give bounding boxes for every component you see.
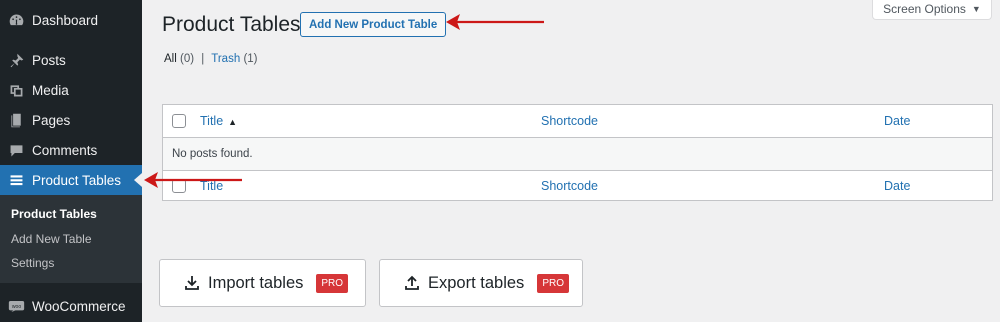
sidebar-item-label: Comments	[32, 142, 98, 158]
dashboard-icon	[0, 12, 32, 29]
pro-badge: PRO	[537, 273, 569, 293]
sidebar-item-dashboard[interactable]: Dashboard	[0, 5, 142, 35]
comment-icon	[0, 142, 32, 159]
pushpin-icon	[0, 52, 32, 69]
export-tables-label: Export tables	[428, 273, 525, 292]
table-footer-row: Title Shortcode Date	[163, 170, 992, 201]
empty-message-row: No posts found.	[163, 138, 992, 170]
status-filters: All (0) | Trash (1)	[164, 53, 258, 65]
annotation-arrow-icon	[446, 14, 544, 30]
page-title: Product Tables	[162, 13, 301, 36]
column-footer-shortcode[interactable]: Shortcode	[541, 179, 598, 193]
download-icon	[184, 275, 200, 291]
column-header-shortcode[interactable]: Shortcode	[541, 114, 598, 128]
sidebar-item-product-tables[interactable]: Product Tables	[0, 165, 142, 195]
filter-all-count: (0)	[179, 53, 195, 65]
active-indicator	[134, 173, 142, 187]
submenu-item-settings[interactable]: Settings	[11, 256, 54, 270]
submenu-item-product-tables[interactable]: Product Tables	[11, 207, 97, 221]
sidebar-item-label: Dashboard	[32, 12, 99, 28]
select-all-checkbox[interactable]	[172, 114, 186, 128]
filter-all[interactable]: All (0)	[164, 53, 194, 65]
filter-trash[interactable]: Trash (1)	[211, 53, 257, 65]
sidebar-item-woocommerce[interactable]: woo WooCommerce	[0, 291, 142, 321]
sidebar-item-label: Posts	[32, 52, 66, 68]
admin-sidebar: Dashboard Posts Media Pages Comments Pro…	[0, 0, 142, 322]
sidebar-item-label: Product Tables	[32, 172, 122, 188]
product-tables-list: Title ▲ Shortcode Date No posts found. Ti…	[162, 104, 993, 201]
import-tables-label: Import tables	[208, 273, 304, 292]
column-header-date[interactable]: Date	[884, 114, 910, 128]
woo-icon: woo	[0, 300, 32, 313]
import-tables-button[interactable]: Import tables PRO	[159, 259, 366, 307]
sort-asc-icon: ▲	[228, 117, 238, 127]
sidebar-item-comments[interactable]: Comments	[0, 135, 142, 165]
pro-badge: PRO	[316, 273, 349, 293]
sidebar-item-posts[interactable]: Posts	[0, 45, 142, 75]
empty-message: No posts found.	[172, 148, 253, 160]
filter-all-label: All	[164, 53, 177, 65]
annotation-arrow-icon	[144, 172, 242, 188]
sidebar-item-media[interactable]: Media	[0, 75, 142, 105]
media-icon	[0, 82, 32, 99]
column-header-title[interactable]: Title ▲	[200, 114, 237, 128]
sidebar-item-label: WooCommerce	[32, 298, 126, 314]
list-icon	[0, 172, 32, 189]
svg-text:woo: woo	[11, 303, 21, 309]
sidebar-item-label: Media	[32, 82, 69, 98]
pages-icon	[0, 112, 32, 129]
upload-icon	[404, 275, 420, 291]
filter-separator: |	[201, 53, 205, 65]
sidebar-submenu: Product Tables Add New Table Settings	[0, 195, 142, 283]
caret-down-icon: ▼	[971, 4, 981, 14]
sidebar-item-label: Pages	[32, 112, 71, 128]
column-footer-date[interactable]: Date	[884, 179, 910, 193]
filter-trash-count: (1)	[243, 53, 258, 65]
table-header-row: Title ▲ Shortcode Date	[163, 105, 992, 138]
submenu-item-add-new-table[interactable]: Add New Table	[11, 232, 92, 246]
column-title-label: Title	[200, 114, 224, 128]
export-tables-button[interactable]: Export tables PRO	[379, 259, 583, 307]
sidebar-item-pages[interactable]: Pages	[0, 105, 142, 135]
screen-options-label: Screen Options	[883, 2, 966, 16]
add-new-product-table-button[interactable]: Add New Product Table	[300, 12, 447, 37]
screen-options-button[interactable]: Screen Options ▼	[872, 0, 992, 20]
filter-trash-label: Trash	[211, 53, 241, 65]
